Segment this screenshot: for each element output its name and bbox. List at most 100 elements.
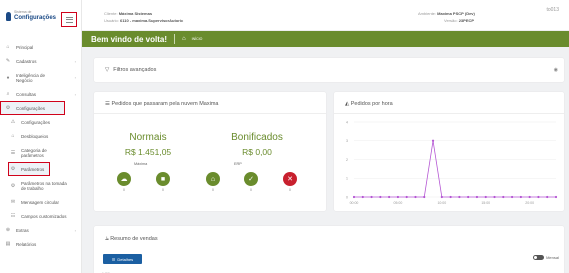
env-label: Ambiente: xyxy=(418,11,437,16)
y-tick-label: 1 xyxy=(346,177,348,181)
edit-icon: ✎ xyxy=(5,58,11,64)
chevron-right-icon: › xyxy=(74,58,76,64)
data-point[interactable] xyxy=(475,195,479,199)
erp-group-label: ERP xyxy=(234,162,242,166)
sales-summary-card: ⫡ Resumo de vendas ☰Detalhes Mensal 1400 xyxy=(94,226,564,273)
y-tick-label: 0 xyxy=(346,195,348,199)
data-point[interactable] xyxy=(546,195,549,199)
data-point[interactable] xyxy=(493,195,496,199)
data-point[interactable] xyxy=(510,195,514,199)
x-tick-label: 10:00 xyxy=(437,201,446,205)
home-icon[interactable]: ⌂ xyxy=(182,36,186,42)
breadcrumb[interactable]: INÍCIO xyxy=(192,37,203,41)
warning-icon: ⚠ xyxy=(10,119,16,125)
search-icon: ⌕ xyxy=(6,91,10,97)
logo-title: Configurações xyxy=(13,14,56,21)
lock-icon: ⌂ xyxy=(11,133,15,139)
sidebar-item-label: Principal xyxy=(16,44,34,50)
sidebar-item-principal[interactable]: ⌂ Principal xyxy=(0,40,82,54)
sidebar-item-cadastros[interactable]: ✎ Cadastros › xyxy=(0,54,82,68)
data-point[interactable] xyxy=(352,195,356,199)
sidebar-item-label: Categoria de parâmetros xyxy=(21,147,47,158)
data-point[interactable] xyxy=(388,195,391,199)
y-tick-label: 2 xyxy=(346,158,348,162)
app-root: Sistema de Configurações ⌂ Principal ✎ C… xyxy=(0,0,569,273)
sidebar-item-relatorios[interactable]: ▤ Relatórios xyxy=(0,237,82,251)
welcome-title: Bem vindo de volta! xyxy=(91,34,168,44)
data-point[interactable] xyxy=(431,139,435,142)
sidebar-item-label: Extras xyxy=(16,227,29,233)
cloud-logo-icon xyxy=(6,11,11,21)
details-button[interactable]: ☰ Detalhes xyxy=(103,254,142,264)
data-point[interactable] xyxy=(440,195,443,199)
sidebar-subitem-campos[interactable]: ☷ Campos customizados xyxy=(0,209,82,223)
sidebar-subitem-parametros[interactable]: ⚙ Parâmetros xyxy=(8,162,50,176)
hourly-title-text: Pedidos por hora xyxy=(350,101,393,107)
divider xyxy=(94,113,326,114)
data-point[interactable] xyxy=(370,195,373,199)
close-icon[interactable]: ✕ xyxy=(283,172,297,186)
sidebar-item-label: Parâmetros xyxy=(21,166,45,172)
data-point[interactable] xyxy=(519,195,522,199)
orders-title-text: Pedidos que passaram pela nuvem Maxima xyxy=(111,101,219,107)
sidebar-item-extras[interactable]: ⊕ Extras › xyxy=(0,223,82,237)
cloud-icon[interactable]: ☁ xyxy=(117,172,131,186)
lock-icon[interactable]: ■ xyxy=(156,172,170,186)
data-point[interactable] xyxy=(414,195,417,199)
bonus-heading: Bonificados xyxy=(231,132,283,143)
hamburger-icon xyxy=(65,16,73,18)
sidebar-item-label: Relatórios xyxy=(16,241,37,247)
sales-title: ⫡ Resumo de vendas xyxy=(105,236,158,243)
data-point[interactable] xyxy=(405,195,408,199)
home-icon[interactable]: ⌂ xyxy=(206,172,220,186)
sidebar-item-label: Configurações xyxy=(16,105,46,111)
eye-icon[interactable]: ◉ xyxy=(554,67,558,73)
data-point[interactable] xyxy=(361,195,364,199)
count-home: 0 xyxy=(212,188,214,192)
data-point[interactable] xyxy=(449,195,452,199)
sidebar-nav: ⌂ Principal ✎ Cadastros › ● Inteligência… xyxy=(0,40,82,251)
client-value: Máxima Sistemas xyxy=(118,11,153,16)
sidebar-item-consultas[interactable]: ⌕ Consultas › xyxy=(0,87,82,101)
details-button-label: Detalhes xyxy=(117,256,134,262)
sidebar-item-configuracoes[interactable]: ⚙ Configurações xyxy=(0,101,65,115)
data-point[interactable] xyxy=(467,195,470,199)
bonus-value: R$ 0,00 xyxy=(242,147,272,157)
sidebar-subitem-categoria[interactable]: ☰ Categoria de parâmetros xyxy=(0,143,82,162)
data-point[interactable] xyxy=(379,195,382,199)
check-icon[interactable]: ✓ xyxy=(244,172,258,186)
sidebar-item-inteligencia[interactable]: ● Inteligência de Negócio › xyxy=(0,68,82,87)
sidebar-subitem-mensagem[interactable]: ✉ Mensagem circular xyxy=(0,195,82,209)
monthly-toggle[interactable] xyxy=(533,255,544,260)
data-point[interactable] xyxy=(396,195,400,199)
list-icon: ☰ xyxy=(10,149,16,156)
sidebar-subitem-desbloqueios[interactable]: ⌂ Desbloqueios xyxy=(0,129,82,143)
data-point[interactable] xyxy=(537,195,540,199)
x-tick-label: 05:00 xyxy=(394,201,403,205)
data-point[interactable] xyxy=(502,195,505,199)
data-point[interactable] xyxy=(528,195,531,199)
x-tick-label: 20:00 xyxy=(525,201,534,205)
data-point[interactable] xyxy=(484,195,487,199)
version-label: Versão: xyxy=(444,18,458,23)
hourly-line-chart: 0 1 2 3 4 00:00 05:00 10:00 15:00 20:00 xyxy=(346,120,558,205)
sidebar-subitem-configuracoes[interactable]: ⚠ Configurações xyxy=(0,115,82,129)
env-value: Maxima PSCP (Dev) xyxy=(437,11,475,16)
data-point[interactable] xyxy=(554,195,558,199)
version-value: 23PECP xyxy=(458,18,475,23)
data-point[interactable] xyxy=(423,195,426,199)
monthly-label: Mensal xyxy=(546,255,559,260)
advanced-filters-panel[interactable]: ▽ Filtros avançados ◉ xyxy=(94,58,564,82)
sidebar: Sistema de Configurações ⌂ Principal ✎ C… xyxy=(0,0,82,273)
normal-heading: Normais xyxy=(129,132,167,143)
list-icon: ☰ xyxy=(111,256,116,262)
logo[interactable]: Sistema de Configurações xyxy=(6,8,56,24)
version-info: Versão: 23PECP xyxy=(444,18,474,23)
gear-icon: ⚙ xyxy=(10,182,16,189)
sidebar-subitem-parametros-tomada[interactable]: ⚙ Parâmetros na tomada de trabalho xyxy=(0,176,82,195)
hamburger-menu-button[interactable] xyxy=(61,12,77,27)
count-check: 0 xyxy=(250,188,252,192)
data-point[interactable] xyxy=(458,195,461,199)
user-info: Usuário: 6110 - maxima.SupervisorAutoric xyxy=(104,18,183,23)
chevron-right-icon: › xyxy=(74,91,76,97)
